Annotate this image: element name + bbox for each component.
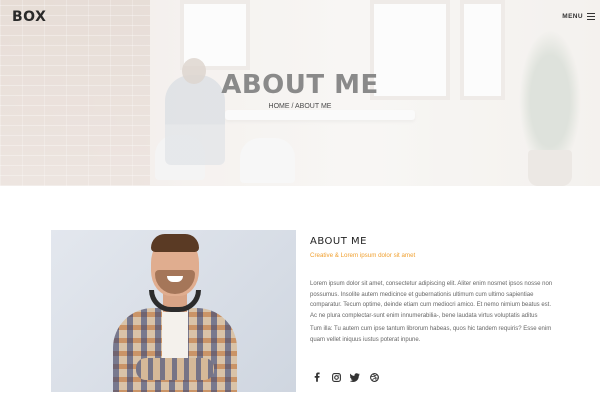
photo-crossed-arms (136, 358, 214, 380)
about-paragraph: Tum illa: Tu autem cum ipse tantum libro… (310, 326, 552, 343)
page-title: ABOUT ME (221, 70, 379, 100)
profile-photo (51, 230, 296, 392)
social-links (312, 372, 379, 382)
instagram-icon[interactable] (331, 372, 341, 382)
menu-button[interactable]: MENU (562, 13, 595, 21)
breadcrumb-separator: / (291, 103, 294, 110)
hamburger-icon (587, 13, 595, 21)
twitter-icon[interactable] (350, 372, 360, 382)
breadcrumb-current: ABOUT ME (295, 103, 332, 110)
about-subheading: Creative & Lorem ipsum dolor sit amet (310, 252, 416, 259)
hero-banner: BOX MENU ABOUT ME HOME / ABOUT ME (0, 0, 600, 186)
breadcrumb: HOME / ABOUT ME (0, 103, 600, 110)
menu-label: MENU (562, 13, 583, 20)
brand-logo[interactable]: BOX (12, 9, 46, 25)
about-heading: ABOUT ME (310, 236, 367, 247)
about-section: ABOUT ME Creative & Lorem ipsum dolor si… (310, 236, 558, 345)
photo-hair (151, 234, 199, 252)
dribbble-icon[interactable] (369, 372, 379, 382)
facebook-icon[interactable] (312, 372, 322, 382)
about-paragraph: Lorem ipsum dolor sit amet, consectetur … (310, 281, 553, 319)
breadcrumb-home-link[interactable]: HOME (269, 103, 290, 110)
